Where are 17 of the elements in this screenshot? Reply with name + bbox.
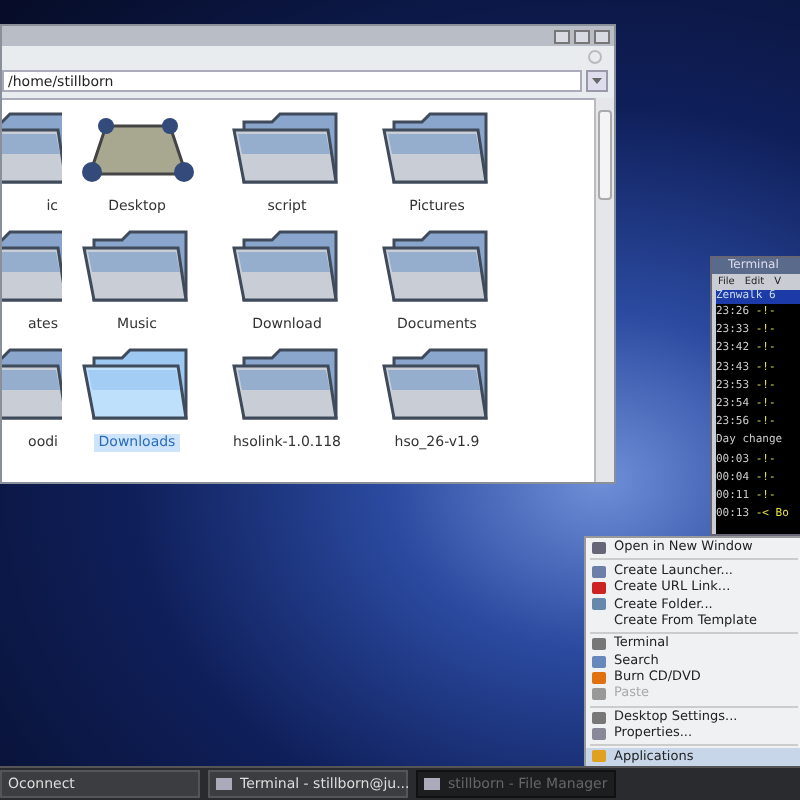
folder-icon xyxy=(81,228,193,308)
window-icon xyxy=(216,778,232,790)
caret-icon xyxy=(592,78,602,84)
window-icon xyxy=(424,778,440,790)
folder-icon xyxy=(381,346,493,426)
minimize-button[interactable] xyxy=(554,29,570,43)
spinner-icon xyxy=(588,50,602,64)
folder-icon xyxy=(231,110,343,190)
close-button[interactable] xyxy=(594,29,610,43)
scrollbar[interactable] xyxy=(594,98,614,482)
folder-icon xyxy=(231,228,343,308)
folder-icon xyxy=(231,346,343,426)
folder-icon xyxy=(81,346,193,426)
maximize-button[interactable] xyxy=(574,29,590,43)
dropdown-button[interactable] xyxy=(586,70,608,92)
folder-icon xyxy=(381,110,493,190)
folder-icon xyxy=(381,228,493,308)
